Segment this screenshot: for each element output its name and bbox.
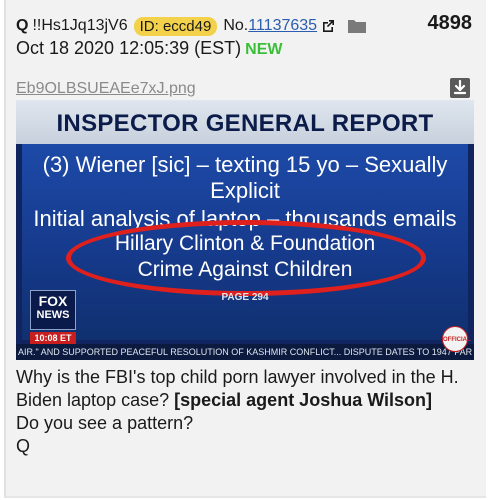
download-icon[interactable]	[450, 78, 470, 98]
image-title: INSPECTOR GENERAL REPORT	[56, 110, 434, 137]
broadcast-time: 10:08 ET	[30, 332, 76, 344]
post-number-link[interactable]: 11137635	[248, 17, 317, 34]
post-card: Q !!Hs1Jq13jV6 ID: eccd49 No.11137635 48…	[4, 0, 486, 498]
image-line-2: Explicit	[210, 178, 280, 203]
fox-logo-text: FOX	[38, 293, 68, 309]
message-signature: Q	[16, 436, 31, 456]
fox-news-text: NEWS	[36, 309, 70, 321]
image-line-1: (3) Wiener [sic] – texting 15 yo – Sexua…	[42, 152, 448, 177]
red-circle-annotation	[66, 220, 426, 296]
official-seal: OFFICIAL	[442, 326, 471, 352]
post-header-row: Q !!Hs1Jq13jV6 ID: eccd49 No.11137635	[16, 15, 367, 37]
poster-id-badge[interactable]: ID: eccd49	[133, 16, 218, 36]
tripcode: !!Hs1Jq13jV6	[32, 17, 128, 34]
fox-news-logo: FOX NEWS	[30, 290, 76, 330]
post-author[interactable]: Q	[16, 17, 28, 35]
post-timestamp: Oct 18 2020 12:05:39 (EST)	[16, 38, 242, 58]
post-count: 4898	[427, 12, 473, 34]
post-number-prefix: No.	[223, 17, 249, 34]
message-bold-text: [special agent Joshua Wilson]	[174, 390, 433, 410]
image-text-panel: (3) Wiener [sic] – texting 15 yo – Sexua…	[22, 144, 468, 340]
new-badge: NEW	[245, 41, 283, 58]
image-title-bar: INSPECTOR GENERAL REPORT	[16, 100, 474, 144]
news-ticker: AIR." AND SUPPORTED PEACEFUL RESOLUTION …	[16, 344, 474, 360]
post-message: Why is the FBI's top child porn lawyer i…	[16, 366, 476, 458]
page-label: PAGE 294	[221, 292, 269, 303]
attached-image[interactable]: INSPECTOR GENERAL REPORT (3) Wiener [sic…	[16, 100, 474, 360]
message-line-2: Do you see a pattern?	[16, 413, 194, 433]
post-number-label: No.11137635	[223, 17, 317, 35]
post-timestamp-row: Oct 18 2020 12:05:39 (EST) NEW	[16, 38, 282, 59]
message-paragraph: Why is the FBI's top child porn lawyer i…	[16, 366, 476, 412]
folder-icon[interactable]	[347, 18, 367, 34]
external-link-icon[interactable]	[321, 19, 335, 33]
attachment-filename[interactable]: Eb9OLBSUEAEe7xJ.png	[16, 80, 196, 98]
